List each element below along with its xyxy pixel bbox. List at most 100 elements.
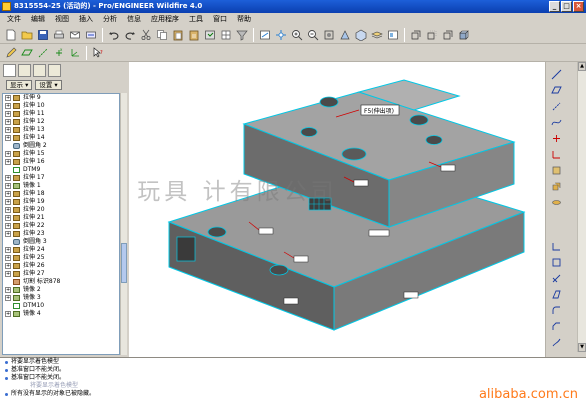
cut-button[interactable]: [138, 27, 153, 42]
tree-row[interactable]: + 拉伸 21: [3, 214, 119, 222]
tree-row[interactable]: + 拉伸 16: [3, 158, 119, 166]
show-dropdown[interactable]: 显示 ▾: [6, 79, 33, 90]
hole-tool-button[interactable]: [550, 240, 563, 253]
open-file-button[interactable]: [19, 27, 34, 42]
tree-row[interactable]: + 拉伸 15: [3, 150, 119, 158]
view-manager-button[interactable]: [385, 27, 400, 42]
datum-point-button[interactable]: x: [51, 45, 66, 60]
zoom-in-button[interactable]: [289, 27, 304, 42]
expand-toggle-icon[interactable]: +: [5, 183, 11, 189]
tree-scrollbar-thumb[interactable]: [121, 243, 127, 283]
csys-tool-button[interactable]: [550, 148, 563, 161]
menu-analysis[interactable]: 分析: [98, 13, 122, 26]
sketch-button[interactable]: [3, 45, 18, 60]
menu-file[interactable]: 文件: [2, 13, 26, 26]
extrude-tool-button[interactable]: [550, 180, 563, 193]
menu-applications[interactable]: 应用程序: [146, 13, 184, 26]
tree-row[interactable]: DTM9: [3, 166, 119, 174]
tree-row[interactable]: + 拉伸 25: [3, 254, 119, 262]
link-button[interactable]: [83, 27, 98, 42]
minimize-button[interactable]: _: [549, 1, 560, 12]
wireframe-button[interactable]: [408, 27, 423, 42]
feature-toolbar-scrollbar[interactable]: ▲ ▼: [577, 62, 586, 352]
menu-info[interactable]: 信息: [122, 13, 146, 26]
scroll-down-button[interactable]: ▼: [578, 343, 586, 352]
save-button[interactable]: [35, 27, 50, 42]
tree-row[interactable]: + 拉伸 12: [3, 118, 119, 126]
tree-row[interactable]: + 镜像 4: [3, 310, 119, 318]
tree-row[interactable]: + 拉伸 24: [3, 246, 119, 254]
tree-row[interactable]: + 拉伸 11: [3, 110, 119, 118]
repaint-button[interactable]: [257, 27, 272, 42]
chamfer-tool-button[interactable]: [550, 320, 563, 333]
expand-toggle-icon[interactable]: +: [5, 311, 11, 317]
tree-row[interactable]: 切割 标识878: [3, 278, 119, 286]
tree-row[interactable]: + 拉伸 10: [3, 102, 119, 110]
expand-toggle-icon[interactable]: +: [5, 199, 11, 205]
zoom-out-button[interactable]: [305, 27, 320, 42]
maximize-button[interactable]: □: [561, 1, 572, 12]
copy-button[interactable]: [154, 27, 169, 42]
tree-row[interactable]: + 镜像 1: [3, 182, 119, 190]
saved-views-button[interactable]: [353, 27, 368, 42]
refit-button[interactable]: [321, 27, 336, 42]
hidden-line-button[interactable]: [424, 27, 439, 42]
expand-toggle-icon[interactable]: +: [5, 111, 11, 117]
tree-scrollbar[interactable]: [120, 93, 127, 355]
favorites-tab[interactable]: [33, 63, 46, 77]
connections-tab[interactable]: [48, 63, 61, 77]
line-tool-button[interactable]: [550, 68, 563, 81]
tree-row[interactable]: + 拉伸 27: [3, 270, 119, 278]
paste-special-button[interactable]: [186, 27, 201, 42]
menu-edit[interactable]: 编辑: [26, 13, 50, 26]
datum-plane-button[interactable]: [19, 45, 34, 60]
expand-toggle-icon[interactable]: +: [5, 231, 11, 237]
expand-toggle-icon[interactable]: +: [5, 159, 11, 165]
axis-tool-button[interactable]: [550, 100, 563, 113]
settings-dropdown[interactable]: 设置 ▾: [35, 79, 62, 90]
tree-row[interactable]: + 拉伸 14: [3, 134, 119, 142]
model-tree-tab[interactable]: [3, 63, 16, 77]
menu-insert[interactable]: 插入: [74, 13, 98, 26]
email-button[interactable]: [67, 27, 82, 42]
no-hidden-button[interactable]: [440, 27, 455, 42]
tree-row[interactable]: + 拉伸 22: [3, 222, 119, 230]
menu-help[interactable]: 帮助: [232, 13, 256, 26]
selection-filter-button[interactable]: [234, 27, 249, 42]
tree-row[interactable]: + 拉伸 20: [3, 206, 119, 214]
expand-toggle-icon[interactable]: +: [5, 271, 11, 277]
expand-toggle-icon[interactable]: +: [5, 135, 11, 141]
menu-window[interactable]: 窗口: [208, 13, 232, 26]
reorient-button[interactable]: [337, 27, 352, 42]
help-button[interactable]: ?: [90, 45, 105, 60]
scroll-up-button[interactable]: ▲: [578, 62, 586, 71]
expand-toggle-icon[interactable]: +: [5, 191, 11, 197]
print-button[interactable]: [51, 27, 66, 42]
regenerate-button[interactable]: [202, 27, 217, 42]
tree-row[interactable]: DTM10: [3, 302, 119, 310]
point-tool-button[interactable]: [550, 132, 563, 145]
undo-button[interactable]: [106, 27, 121, 42]
graphics-window[interactable]: F5(伸出项) 深圳市 玩具 计有限公司: [129, 62, 545, 357]
new-file-button[interactable]: [3, 27, 18, 42]
rib-tool-button[interactable]: [550, 272, 563, 285]
expand-toggle-icon[interactable]: +: [5, 127, 11, 133]
expand-toggle-icon[interactable]: +: [5, 247, 11, 253]
spin-center-button[interactable]: [273, 27, 288, 42]
tree-row[interactable]: + 拉伸 13: [3, 126, 119, 134]
menu-view[interactable]: 视图: [50, 13, 74, 26]
tree-row[interactable]: + 镜像 3: [3, 294, 119, 302]
tree-row[interactable]: + 镜像 2: [3, 286, 119, 294]
expand-toggle-icon[interactable]: +: [5, 255, 11, 261]
redo-button[interactable]: [122, 27, 137, 42]
close-button[interactable]: ×: [573, 1, 584, 12]
expand-toggle-icon[interactable]: +: [5, 119, 11, 125]
plane-tool-button[interactable]: [550, 84, 563, 97]
expand-toggle-icon[interactable]: +: [5, 103, 11, 109]
curve-tool-button[interactable]: [550, 116, 563, 129]
expand-toggle-icon[interactable]: +: [5, 295, 11, 301]
tree-row[interactable]: 倒圆角 2: [3, 142, 119, 150]
datum-axis-button[interactable]: [35, 45, 50, 60]
expand-toggle-icon[interactable]: +: [5, 151, 11, 157]
paste-button[interactable]: [170, 27, 185, 42]
